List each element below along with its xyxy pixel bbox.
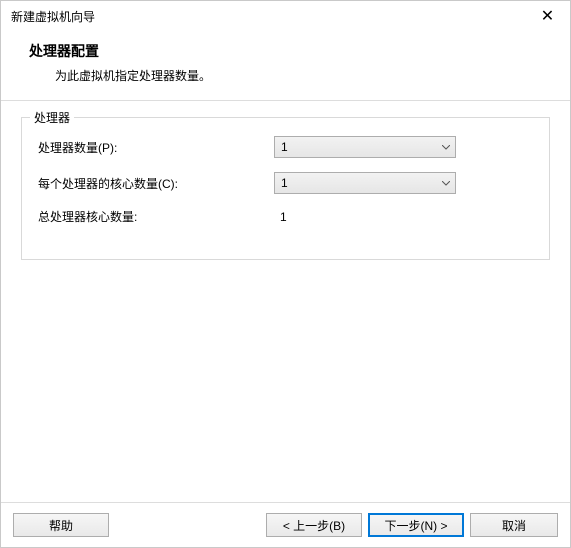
close-icon: ✕ xyxy=(541,6,554,26)
wizard-window: 新建虚拟机向导 ✕ 处理器配置 为此虚拟机指定处理器数量。 处理器 处理器数量(… xyxy=(0,0,571,548)
titlebar: 新建虚拟机向导 ✕ xyxy=(1,1,570,31)
cancel-button[interactable]: 取消 xyxy=(470,513,558,537)
group-title: 处理器 xyxy=(30,109,74,126)
cancel-button-label: 取消 xyxy=(502,517,526,534)
wizard-header: 处理器配置 为此虚拟机指定处理器数量。 xyxy=(1,31,570,100)
content-area: 处理器 处理器数量(P): 1 每个处理器的核心数量(C): 1 xyxy=(1,101,570,260)
cores-per-processor-label: 每个处理器的核心数量(C): xyxy=(38,175,274,192)
chevron-down-icon xyxy=(437,137,455,157)
help-button-label: 帮助 xyxy=(49,517,73,534)
total-cores-label: 总处理器核心数量: xyxy=(38,208,274,225)
row-cores-per-processor: 每个处理器的核心数量(C): 1 xyxy=(38,172,533,194)
page-title: 处理器配置 xyxy=(29,41,570,61)
processor-group: 处理器 处理器数量(P): 1 每个处理器的核心数量(C): 1 xyxy=(21,117,550,260)
processor-count-value: 1 xyxy=(275,140,437,154)
help-button[interactable]: 帮助 xyxy=(13,513,109,537)
processor-count-label: 处理器数量(P): xyxy=(38,139,274,156)
chevron-down-icon xyxy=(437,173,455,193)
page-subtitle: 为此虚拟机指定处理器数量。 xyxy=(29,67,570,84)
window-title: 新建虚拟机向导 xyxy=(11,8,525,25)
wizard-footer: 帮助 < 上一步(B) 下一步(N) > 取消 xyxy=(1,502,570,547)
cores-per-processor-select[interactable]: 1 xyxy=(274,172,456,194)
cores-per-processor-value: 1 xyxy=(275,176,437,190)
total-cores-value: 1 xyxy=(274,210,533,224)
row-processor-count: 处理器数量(P): 1 xyxy=(38,136,533,158)
back-button-label: < 上一步(B) xyxy=(283,517,345,534)
next-button-label: 下一步(N) > xyxy=(384,517,447,534)
row-total-cores: 总处理器核心数量: 1 xyxy=(38,208,533,225)
processor-count-select[interactable]: 1 xyxy=(274,136,456,158)
close-button[interactable]: ✕ xyxy=(525,1,570,31)
back-button[interactable]: < 上一步(B) xyxy=(266,513,362,537)
next-button[interactable]: 下一步(N) > xyxy=(368,513,464,537)
